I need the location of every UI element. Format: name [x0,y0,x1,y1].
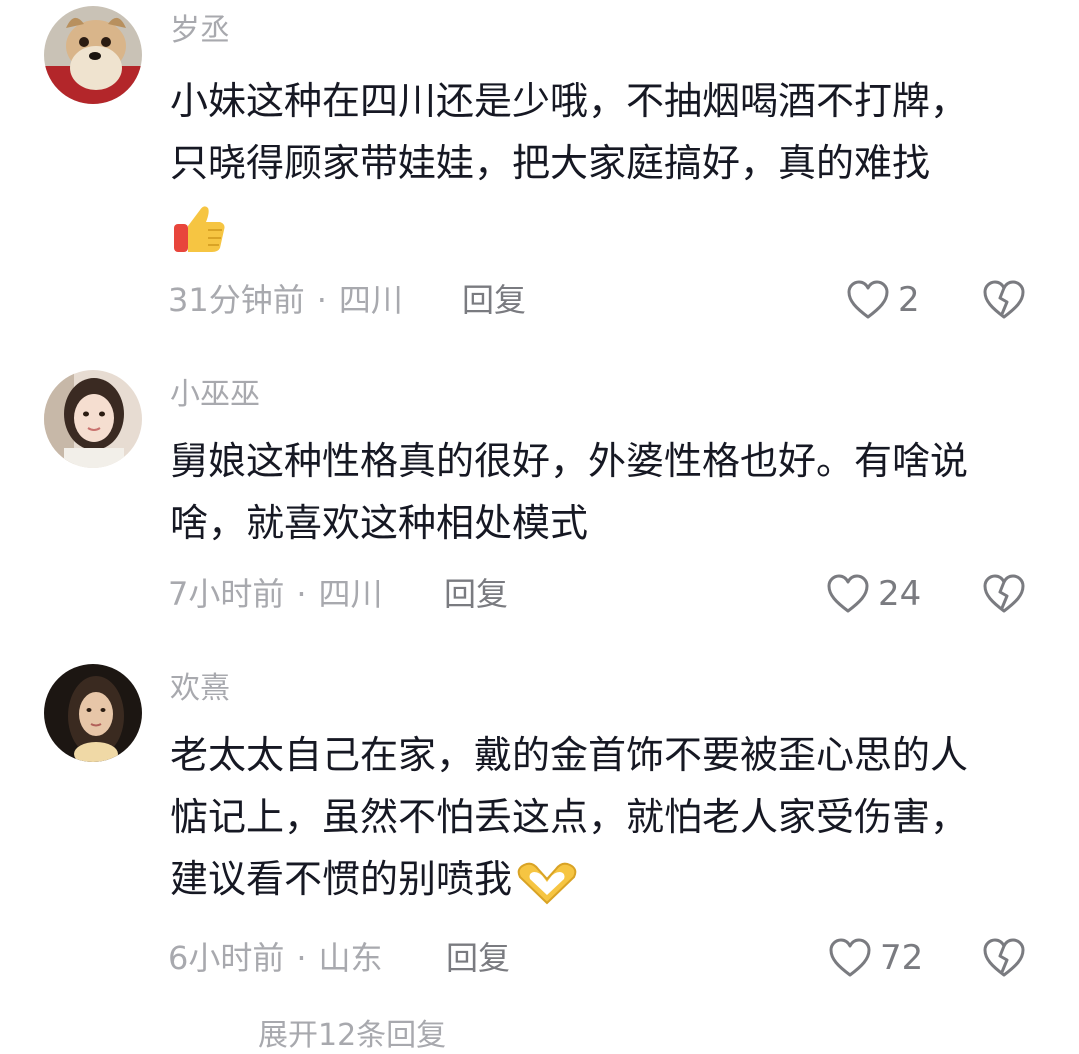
comment-meta: 6小时前 · 山东 [168,938,383,978]
like-button[interactable]: 2 [846,280,920,320]
comment-meta: 31分钟前 · 四川 [168,280,403,320]
thumbs-up-emoji-icon [174,205,225,252]
timestamp: 31分钟前 [168,281,305,319]
reply-button[interactable]: 回复 [446,938,510,978]
comment-text-line: 建议看不惯的别喷我 [170,848,1050,910]
username[interactable]: 欢熹 [170,672,230,706]
broken-heart-icon [983,938,1025,977]
comment-text-line: 小妹这种在四川还是少哦，不抽烟喝酒不打牌， [170,79,969,123]
like-button[interactable]: 24 [826,574,921,614]
separator: · [296,939,307,977]
like-count: 24 [878,574,922,614]
timestamp: 7小时前 [168,575,285,613]
separator: · [316,281,327,319]
comment-text-line: 舅娘这种性格真的很好，外婆性格也好。有啥说 [170,439,969,483]
like-count: 2 [898,280,920,320]
comment-text: 小妹这种在四川还是少哦，不抽烟喝酒不打牌， 只晓得顾家带娃娃，把大家庭搞好，真的… [170,70,1050,256]
reply-button[interactable]: 回复 [444,574,508,614]
heart-hands-emoji-icon [517,862,577,904]
heart-icon [829,938,871,977]
comment-text-line: 只晓得顾家带娃娃，把大家庭搞好，真的难找 [170,141,931,185]
comment-emoji-line [170,194,1050,256]
location: 山东 [318,939,383,977]
avatar[interactable] [44,370,142,468]
separator: · [296,575,307,613]
like-button[interactable]: 72 [828,938,923,978]
broken-heart-icon [983,280,1025,319]
comment-text-line: 老太太自己在家，戴的金首饰不要被歪心思的人 [170,733,969,777]
comment-meta: 7小时前 · 四川 [168,574,383,614]
broken-heart-icon [983,574,1025,613]
expand-replies-link[interactable]: 展开12条回复 [258,1010,446,1054]
heart-icon [827,574,869,613]
heart-icon [847,280,889,319]
comment-text-line: 惦记上，虽然不怕丢这点，就怕老人家受伤害， [170,795,969,839]
dislike-button[interactable] [982,574,1026,618]
dislike-button[interactable] [982,280,1026,324]
comment-text-line: 啥，就喜欢这种相处模式 [170,501,589,545]
username[interactable]: 岁丞 [170,14,230,48]
comment-text: 老太太自己在家，戴的金首饰不要被歪心思的人 惦记上，虽然不怕丢这点，就怕老人家受… [170,724,1050,910]
username[interactable]: 小巫巫 [170,378,260,412]
location: 四川 [318,575,383,613]
reply-button[interactable]: 回复 [462,280,526,320]
comment-text-segment: 建议看不惯的别喷我 [170,857,513,901]
avatar[interactable] [44,664,142,762]
like-count: 72 [880,938,924,978]
dislike-button[interactable] [982,938,1026,982]
avatar[interactable] [44,6,142,104]
timestamp: 6小时前 [168,939,285,977]
location: 四川 [338,281,403,319]
comment-text: 舅娘这种性格真的很好，外婆性格也好。有啥说 啥，就喜欢这种相处模式 [170,430,1050,554]
